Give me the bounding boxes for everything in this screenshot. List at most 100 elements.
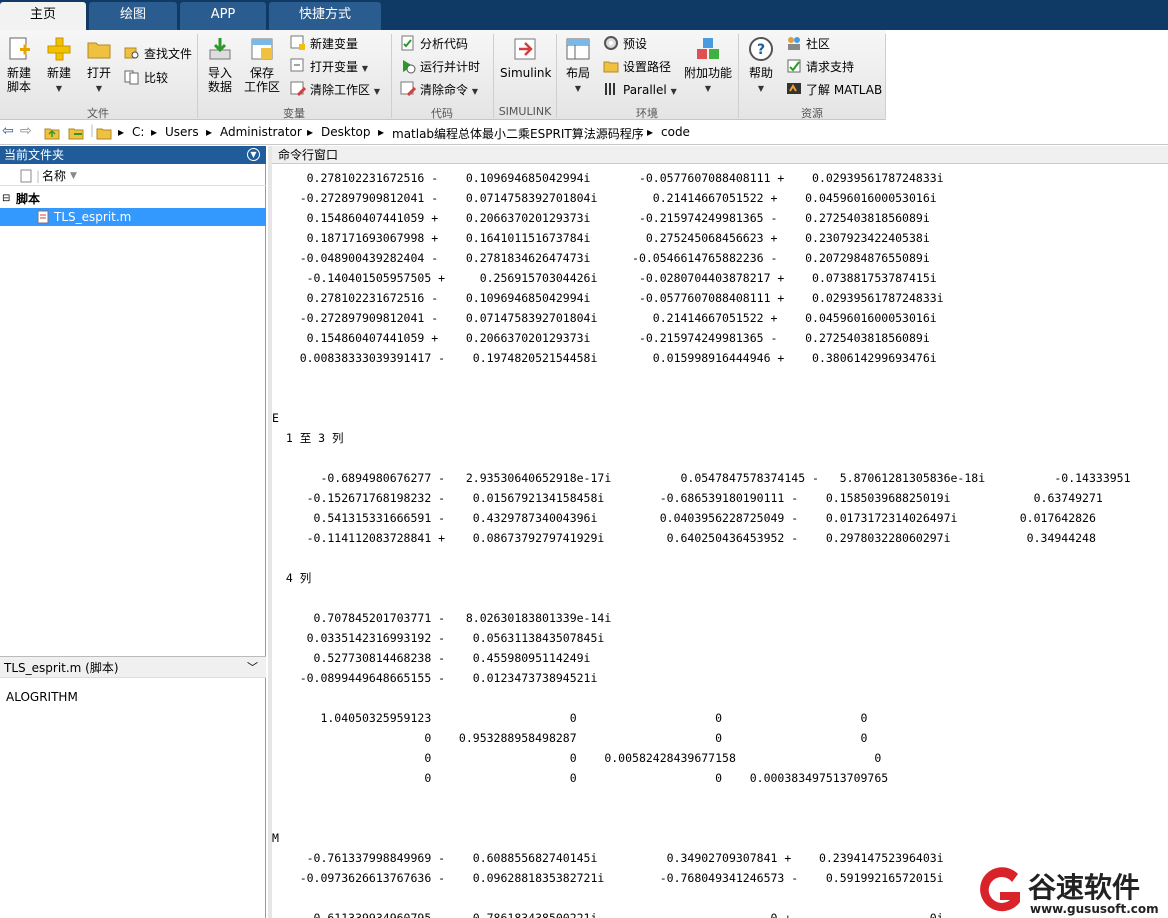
preferences-button[interactable]: 预设: [603, 34, 647, 54]
group-label-variable: 变量: [283, 107, 305, 120]
learn-matlab-label: 了解 MATLAB: [806, 83, 883, 97]
gusu-logo-icon: [980, 867, 1020, 912]
group-label-file: 文件: [87, 107, 109, 120]
address-bar[interactable]: ⇦ ⇨ | ▸ C: ▸ Users ▸ Administrator ▸ Des…: [0, 121, 1168, 145]
file-details-header[interactable]: TLS_esprit.m (脚本) ﹀: [0, 656, 266, 678]
folder-row-scripts[interactable]: ⊟ 脚本: [0, 190, 266, 208]
clear-workspace-dropdown-icon[interactable]: ▼: [374, 87, 380, 96]
new-dropdown-icon: ▼: [55, 84, 63, 93]
request-support-button[interactable]: 请求支持: [786, 57, 854, 77]
group-label-resources: 资源: [801, 107, 823, 120]
run-and-time-label: 运行并计时: [420, 60, 481, 74]
new-variable-button[interactable]: 新建变量: [290, 34, 358, 54]
open-variable-dropdown-icon[interactable]: ▼: [362, 64, 368, 73]
clear-commands-label: 清除命令: [420, 83, 469, 97]
open-dropdown-icon: ▼: [95, 84, 103, 93]
tab-apps[interactable]: APP: [180, 2, 266, 30]
panel-menu-chevron-icon[interactable]: ▼: [247, 148, 260, 161]
file-details-title: TLS_esprit.m (脚本): [4, 661, 119, 675]
watermark-title: 谷速软件: [1028, 871, 1141, 904]
clear-commands-button[interactable]: 清除命令 ▼: [400, 80, 478, 100]
chevron-down-icon[interactable]: ﹀: [247, 657, 258, 679]
clear-commands-dropdown-icon[interactable]: ▼: [472, 87, 478, 96]
back-arrow-icon[interactable]: ⇦: [2, 123, 14, 139]
breadcrumb-users[interactable]: Users: [165, 125, 199, 139]
parallel-button[interactable]: Parallel ▼: [603, 80, 677, 100]
new-script-button[interactable]: 新建 脚本: [4, 36, 34, 94]
open-button[interactable]: 打开 ▼: [84, 36, 114, 96]
breadcrumb-administrator[interactable]: Administrator: [220, 125, 302, 139]
tab-plots[interactable]: 绘图: [89, 2, 177, 30]
analyze-code-button[interactable]: 分析代码: [400, 34, 468, 54]
command-window[interactable]: 0.278102231672516 - 0.109694685042994i -…: [272, 166, 1168, 918]
collapse-toggle-icon[interactable]: ⊟: [2, 190, 10, 208]
file-list-column-header[interactable]: | 名称 ▼: [0, 166, 266, 186]
add-ons-cubes-icon: [697, 38, 719, 59]
open-label: 打开: [86, 66, 111, 80]
browse-folder-icon[interactable]: [68, 125, 84, 141]
add-ons-button[interactable]: 附加功能 ▼: [684, 36, 732, 96]
tab-shortcuts[interactable]: 快捷方式: [269, 2, 381, 30]
new-variable-icon: [290, 35, 305, 50]
simulink-button[interactable]: Simulink: [500, 36, 551, 80]
preferences-label: 预设: [623, 37, 648, 51]
group-label-code: 代码: [431, 107, 453, 120]
clear-workspace-button[interactable]: 清除工作区 ▼: [290, 80, 380, 100]
compare-button[interactable]: 比较: [124, 68, 168, 88]
file-row-tls-esprit[interactable]: TLS_esprit.m: [0, 208, 266, 226]
breadcrumb-separator: ▸: [378, 125, 385, 139]
tab-home[interactable]: 主页: [0, 2, 86, 30]
group-label-environment: 环境: [636, 107, 658, 120]
forward-arrow-icon[interactable]: ⇨: [20, 123, 32, 139]
run-and-time-button[interactable]: 运行并计时: [400, 57, 480, 77]
command-window-header: 命令行窗口: [272, 146, 1168, 164]
up-folder-icon[interactable]: [44, 125, 60, 141]
help-icon: ?: [749, 37, 773, 61]
gear-icon: [604, 36, 618, 50]
breadcrumb-code[interactable]: code: [661, 125, 690, 139]
compare-label: 比较: [144, 71, 169, 85]
column-divider: |: [36, 169, 41, 183]
layout-button[interactable]: 布局 ▼: [563, 36, 593, 96]
address-divider: |: [90, 123, 95, 137]
current-folder-title: 当前文件夹: [4, 148, 65, 162]
folder-open-icon: [87, 42, 111, 59]
breadcrumb-separator: ▸: [647, 125, 654, 139]
add-ons-label: 附加功能: [684, 66, 733, 80]
breadcrumb-desktop[interactable]: Desktop: [321, 125, 371, 139]
import-data-button[interactable]: 导入 数据: [204, 36, 236, 94]
m-file-icon: [37, 210, 49, 224]
clear-commands-icon: [400, 81, 416, 97]
open-variable-button[interactable]: 打开变量 ▼: [290, 57, 368, 77]
breadcrumb-separator: ▸: [206, 125, 213, 139]
layout-icon: [566, 38, 590, 60]
toolstrip-tabbar: 主页 绘图 APP 快捷方式: [0, 0, 1168, 30]
set-path-folder-icon: [603, 61, 619, 73]
svg-text:?: ?: [757, 42, 765, 58]
community-icon: [788, 37, 800, 50]
find-files-button[interactable]: 查找文件: [124, 44, 192, 64]
watermark-url: www.gususoft.com: [1030, 902, 1159, 916]
breadcrumb-separator: ▸: [307, 125, 314, 139]
analyze-code-label: 分析代码: [420, 37, 469, 51]
new-button[interactable]: 新建 ▼: [44, 36, 74, 96]
request-support-icon: [787, 59, 801, 73]
open-variable-icon: [290, 58, 304, 72]
community-button[interactable]: 社区: [786, 34, 830, 54]
breadcrumb-separator: ▸: [118, 125, 125, 139]
import-label: 导入 数据: [207, 66, 232, 94]
learn-matlab-button[interactable]: 了解 MATLAB: [786, 80, 882, 100]
current-folder-header: 当前文件夹 ▼: [0, 146, 266, 164]
set-path-button[interactable]: 设置路径: [603, 57, 671, 77]
help-button[interactable]: ? 帮助 ▼: [746, 36, 776, 96]
parallel-dropdown-icon[interactable]: ▼: [671, 87, 677, 96]
watermark: 谷速软件 www.gususoft.com: [970, 864, 1168, 918]
clear-workspace-icon: [290, 81, 306, 97]
add-ons-dropdown-icon: ▼: [704, 84, 712, 93]
import-icon: [209, 38, 231, 60]
save-workspace-button[interactable]: 保存 工作区: [244, 36, 280, 94]
clear-workspace-label: 清除工作区: [310, 83, 371, 97]
breadcrumb-project-folder[interactable]: matlab编程总体最小二乘ESPRIT算法源码程序: [392, 125, 644, 142]
set-path-label: 设置路径: [623, 60, 672, 74]
breadcrumb-c[interactable]: C:: [132, 125, 144, 139]
